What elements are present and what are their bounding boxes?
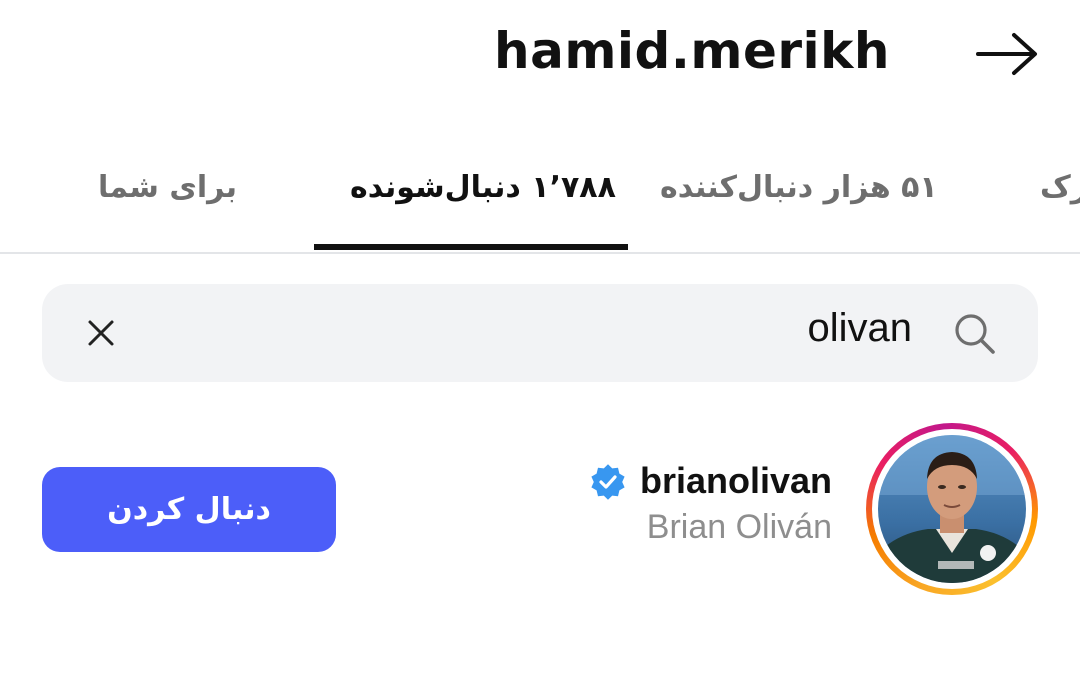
follow-tabs: برای شما ۱٬۷۸۸ دنبال‌شونده ۵۱ هزار دنبال… bbox=[0, 150, 1080, 254]
search-bar[interactable]: olivan bbox=[42, 284, 1038, 382]
active-tab-indicator bbox=[314, 244, 628, 250]
search-icon bbox=[954, 313, 996, 355]
follow-button[interactable]: دنبال کردن bbox=[42, 467, 336, 552]
tabs-divider bbox=[0, 252, 1080, 254]
tab-for-you[interactable]: برای شما bbox=[98, 170, 237, 205]
tab-partial[interactable]: رک bbox=[1040, 170, 1080, 205]
top-bar: hamid.merikh bbox=[0, 0, 1080, 110]
story-ring[interactable] bbox=[866, 423, 1038, 595]
result-full-name: Brian Oliván bbox=[646, 508, 832, 546]
arrow-right-icon[interactable] bbox=[976, 32, 1040, 76]
close-icon[interactable] bbox=[86, 318, 116, 348]
result-username[interactable]: brianolivan bbox=[640, 460, 832, 502]
verified-badge-icon bbox=[590, 464, 626, 500]
avatar[interactable] bbox=[878, 435, 1026, 583]
list-item[interactable]: brianolivan Brian Oliván دنبال کردن bbox=[0, 420, 1080, 600]
page-title: hamid.merikh bbox=[493, 22, 890, 80]
tab-following[interactable]: ۱٬۷۸۸ دنبال‌شونده bbox=[350, 170, 616, 205]
search-input[interactable]: olivan bbox=[807, 306, 912, 351]
tab-followers[interactable]: ۵۱ هزار دنبال‌کننده bbox=[660, 170, 938, 205]
